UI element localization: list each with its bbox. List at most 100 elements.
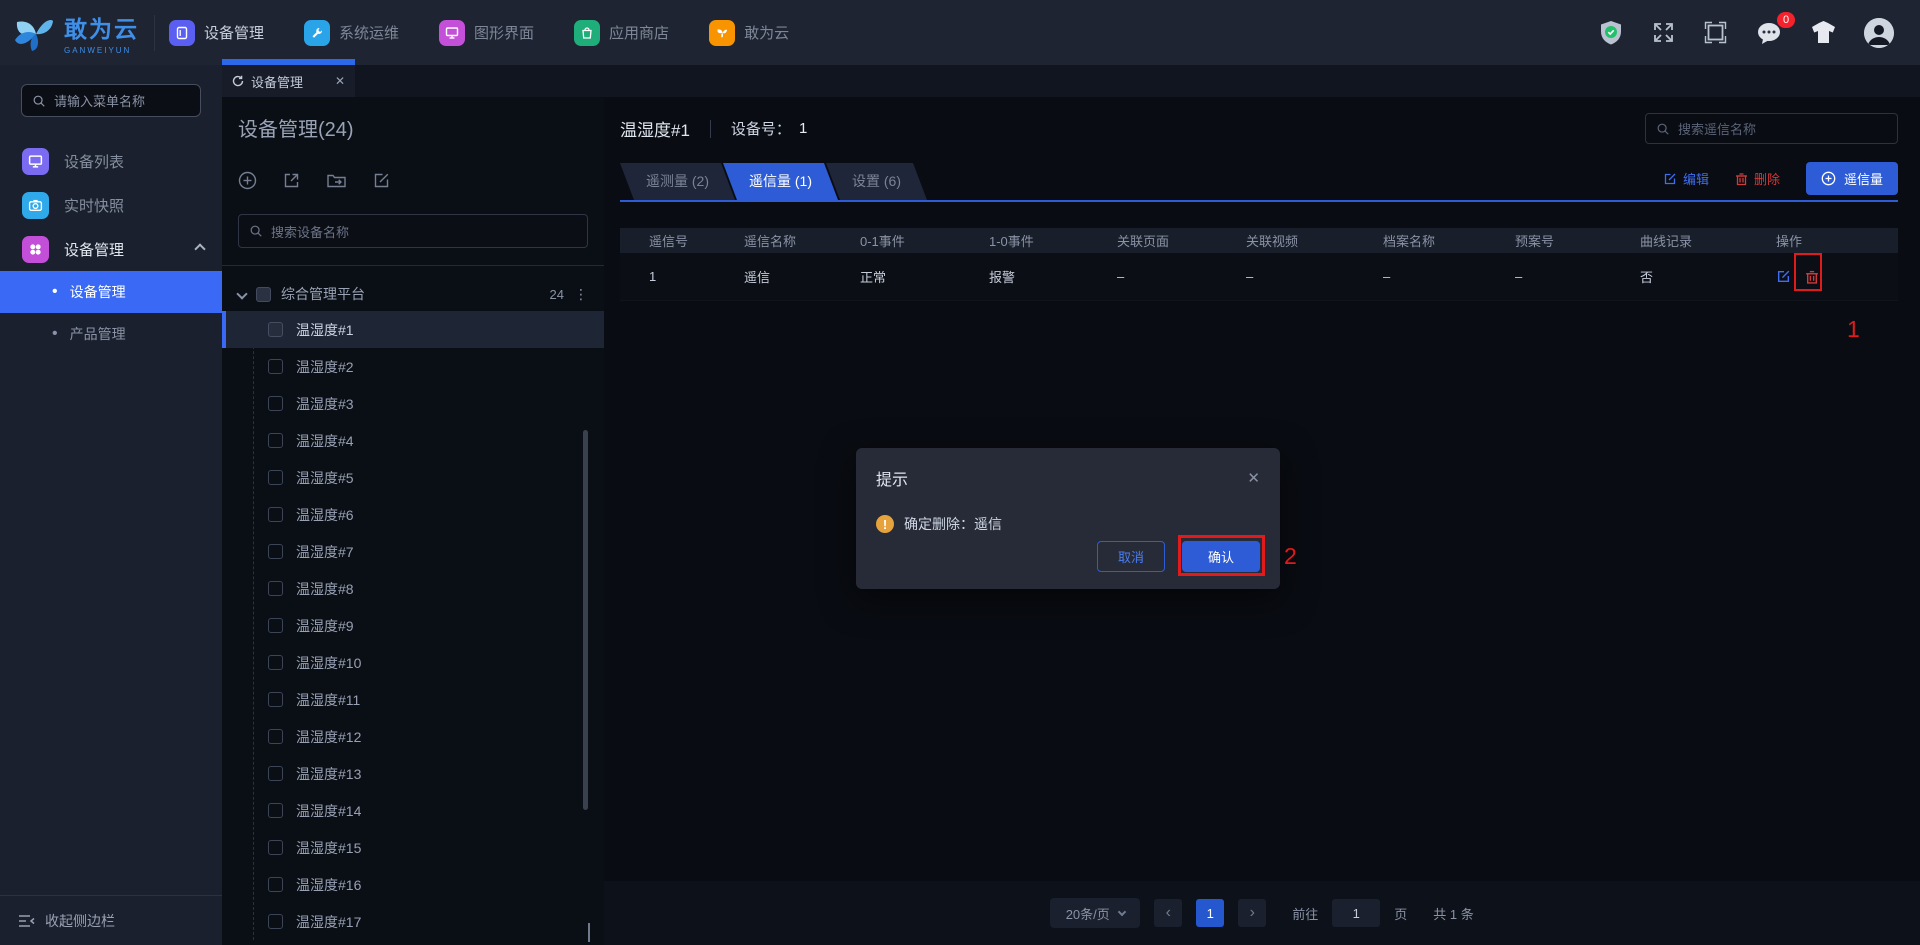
- add-device-icon[interactable]: [238, 171, 257, 190]
- tree-item-device[interactable]: 温湿度#17: [222, 903, 604, 940]
- page-tab-device-management[interactable]: 设备管理 ✕: [222, 65, 355, 97]
- tree-item-device[interactable]: 温湿度#16: [222, 866, 604, 903]
- device-checkbox[interactable]: [268, 803, 283, 818]
- edit-device-icon[interactable]: [372, 171, 391, 190]
- tree-item-device[interactable]: 温湿度#10: [222, 644, 604, 681]
- tree-item-device[interactable]: 温湿度#2: [222, 348, 604, 385]
- edit-button[interactable]: 编辑: [1663, 169, 1709, 188]
- fullscreen-icon[interactable]: [1651, 20, 1676, 45]
- sidebar-item-realtime-snapshot[interactable]: 实时快照: [0, 183, 222, 227]
- security-shield-icon[interactable]: [1598, 19, 1624, 47]
- device-panel-toolbar: [238, 171, 588, 190]
- theme-shirt-icon[interactable]: [1810, 20, 1837, 45]
- root-checkbox[interactable]: [256, 286, 271, 302]
- nav-label: 图形界面: [474, 25, 535, 42]
- device-checkbox[interactable]: [268, 544, 283, 559]
- page-size-select[interactable]: 20条/页: [1050, 898, 1141, 928]
- page-tab-label: 设备管理: [251, 74, 304, 90]
- goto-page-input[interactable]: [1332, 899, 1381, 927]
- confirm-button[interactable]: 确认: [1182, 541, 1260, 572]
- nav-item-graphic-ui[interactable]: 图形界面: [439, 19, 535, 46]
- device-checkbox[interactable]: [268, 396, 283, 411]
- sidebar-menu: 设备列表 实时快照 设备管理 • 设备管理 • 产品管理: [0, 139, 222, 355]
- tree-item-device[interactable]: 温湿度#4: [222, 422, 604, 459]
- col-signal-no: 遥信号: [649, 234, 689, 249]
- tree-item-device[interactable]: 温湿度#7: [222, 533, 604, 570]
- row-edit-icon[interactable]: [1776, 269, 1791, 284]
- nav-item-ganweiyun[interactable]: 敢为云: [709, 19, 789, 46]
- search-icon: [33, 95, 45, 107]
- tree-item-device[interactable]: 温湿度#15: [222, 829, 604, 866]
- device-checkbox[interactable]: [268, 840, 283, 855]
- device-checkbox[interactable]: [268, 322, 283, 337]
- device-checkbox[interactable]: [268, 433, 283, 448]
- device-checkbox[interactable]: [268, 507, 283, 522]
- row-delete-icon[interactable]: [1805, 269, 1819, 285]
- message-count-badge: 0: [1777, 11, 1795, 28]
- signal-search-input[interactable]: 搜索遥信名称: [1645, 113, 1898, 144]
- page-size-value: 20条/页: [1065, 906, 1110, 922]
- current-page-button[interactable]: 1: [1196, 899, 1225, 927]
- device-checkbox[interactable]: [268, 359, 283, 374]
- device-checkbox[interactable]: [268, 877, 283, 892]
- device-checkbox[interactable]: [268, 766, 283, 781]
- move-to-folder-icon[interactable]: [326, 171, 347, 190]
- goto-label: 前往: [1292, 906, 1319, 922]
- bullet: •: [52, 325, 58, 342]
- tab-settings[interactable]: 设置 (6): [826, 163, 927, 200]
- device-checkbox[interactable]: [268, 655, 283, 670]
- divider: [709, 119, 711, 138]
- warning-icon: !: [876, 515, 894, 533]
- sidebar-subitem-device-management[interactable]: • 设备管理: [0, 271, 222, 313]
- sidebar-item-device-list[interactable]: 设备列表: [0, 139, 222, 183]
- nav-item-device-management[interactable]: 设备管理: [169, 19, 264, 46]
- export-icon[interactable]: [282, 171, 301, 190]
- screenshot-frame-icon[interactable]: [1703, 20, 1728, 45]
- collapse-sidebar-button[interactable]: 收起侧边栏: [0, 895, 222, 945]
- prev-page-button[interactable]: ‹: [1154, 899, 1183, 927]
- tree-item-device[interactable]: 温湿度#1: [222, 311, 604, 348]
- tree-item-device[interactable]: 温湿度#11: [222, 681, 604, 718]
- add-signal-button[interactable]: 遥信量: [1805, 162, 1898, 195]
- nav-item-system-ops[interactable]: 系统运维: [304, 19, 399, 46]
- dialog-close-icon[interactable]: ✕: [1247, 469, 1260, 487]
- device-checkbox[interactable]: [268, 581, 283, 596]
- search-icon: [1657, 123, 1669, 135]
- kebab-menu-icon[interactable]: ⋮: [574, 286, 588, 303]
- cancel-button[interactable]: 取消: [1097, 541, 1165, 572]
- tree-item-device[interactable]: 温湿度#5: [222, 459, 604, 496]
- nav-item-app-store[interactable]: 应用商店: [574, 19, 669, 46]
- device-checkbox[interactable]: [268, 914, 283, 929]
- tree-item-device[interactable]: 温湿度#9: [222, 607, 604, 644]
- tree-root-platform[interactable]: 综合管理平台 24 ⋮: [236, 279, 588, 309]
- shopping-bag-icon: [574, 19, 601, 46]
- sidebar-subitem-product-management[interactable]: • 产品管理: [0, 313, 222, 355]
- sidebar-item-label: 设备列表: [64, 153, 125, 171]
- delete-button[interactable]: 删除: [1735, 169, 1780, 188]
- tree-item-device[interactable]: 温湿度#13: [222, 755, 604, 792]
- tree-item-device[interactable]: 温湿度#14: [222, 792, 604, 829]
- device-checkbox[interactable]: [268, 470, 283, 485]
- device-label: 温湿度#1: [296, 321, 354, 338]
- user-avatar[interactable]: [1864, 17, 1894, 48]
- tree-scrollbar[interactable]: [583, 430, 588, 810]
- messages-icon[interactable]: 0: [1755, 11, 1795, 46]
- next-page-button[interactable]: ›: [1238, 899, 1267, 927]
- chevron-down-icon[interactable]: [236, 288, 248, 300]
- divider: [222, 265, 604, 266]
- tree-item-device[interactable]: 温湿度#3: [222, 385, 604, 422]
- tree-item-device[interactable]: 温湿度#12: [222, 718, 604, 755]
- monitor-icon: [439, 19, 466, 46]
- tab-remote-signal[interactable]: 遥信量 (1): [723, 163, 838, 200]
- sidebar-item-device-management[interactable]: 设备管理: [0, 227, 222, 271]
- device-checkbox[interactable]: [268, 692, 283, 707]
- device-checkbox[interactable]: [268, 618, 283, 633]
- device-checkbox[interactable]: [268, 729, 283, 744]
- device-search-input[interactable]: 搜索设备名称: [238, 214, 588, 248]
- sidebar-search-input[interactable]: 请输入菜单名称: [21, 84, 201, 117]
- close-icon[interactable]: ✕: [335, 74, 345, 88]
- tree-item-device[interactable]: 温湿度#6: [222, 496, 604, 533]
- tab-telemetry[interactable]: 遥测量 (2): [620, 163, 735, 200]
- tree-item-device[interactable]: 温湿度#8: [222, 570, 604, 607]
- device-label: 温湿度#3: [296, 395, 354, 412]
